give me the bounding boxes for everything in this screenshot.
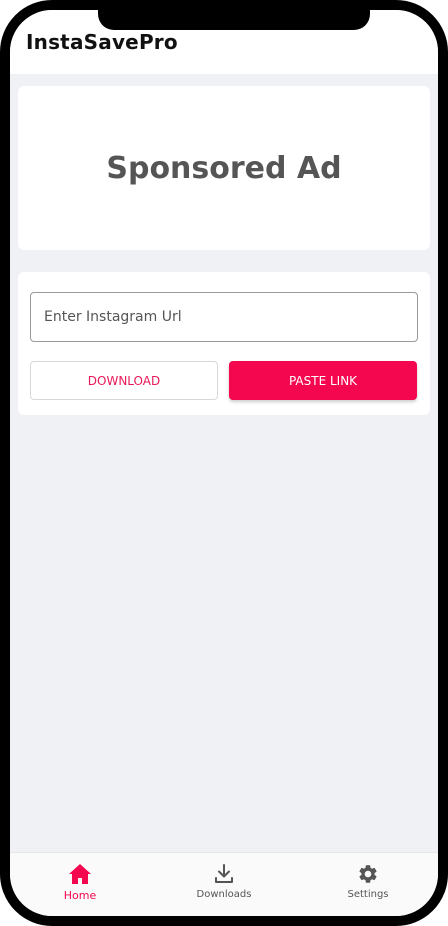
nav-item-settings[interactable]: Settings <box>308 863 428 900</box>
home-icon <box>68 863 92 885</box>
download-icon <box>213 863 235 885</box>
paste-link-button[interactable]: PASTE LINK <box>229 361 417 400</box>
nav-label-home: Home <box>63 889 97 902</box>
nav-item-home[interactable]: Home <box>20 863 140 902</box>
nav-label-downloads: Downloads <box>196 889 252 900</box>
bottom-nav: Home Downloads Settings <box>10 852 438 916</box>
app-title: InstaSavePro <box>26 30 178 54</box>
download-form-card: DOWNLOAD PASTE LINK <box>18 272 430 415</box>
sponsored-ad-card[interactable]: Sponsored Ad <box>18 86 430 250</box>
nav-item-downloads[interactable]: Downloads <box>164 863 284 900</box>
device-notch <box>98 10 370 30</box>
sponsored-ad-text: Sponsored Ad <box>106 150 342 186</box>
gear-icon <box>357 863 379 885</box>
download-button[interactable]: DOWNLOAD <box>30 361 218 400</box>
phone-frame: InstaSavePro Sponsored Ad DOWNLOAD PASTE… <box>0 0 448 926</box>
nav-label-settings: Settings <box>347 889 389 900</box>
instagram-url-input[interactable] <box>30 292 418 342</box>
